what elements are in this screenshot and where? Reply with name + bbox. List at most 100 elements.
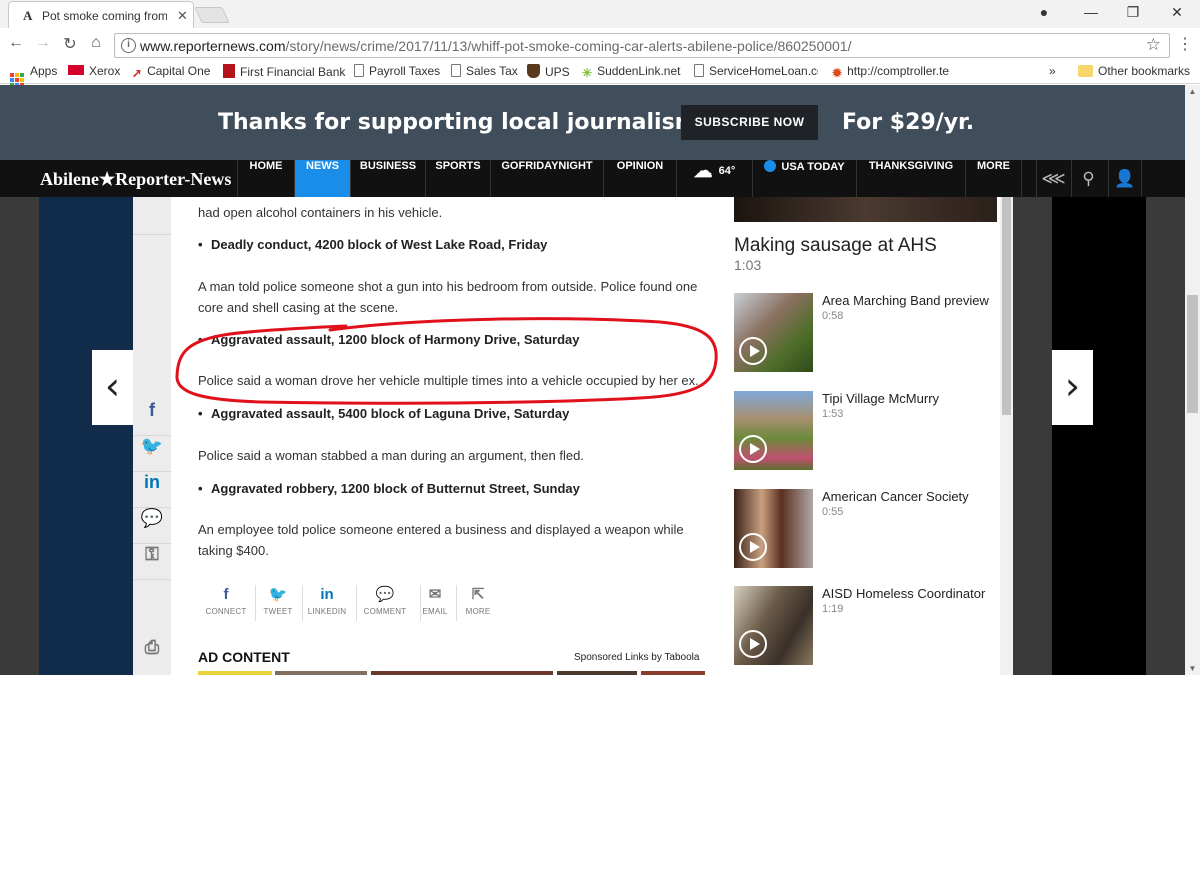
ad-thumbnail[interactable]	[198, 671, 272, 675]
user-icon[interactable]: 👤	[1108, 160, 1142, 197]
weather-temp: 64°	[718, 165, 736, 177]
play-icon	[739, 630, 767, 658]
linkedin-icon[interactable]: in	[133, 472, 171, 508]
bookmark-first-financial[interactable]: First Financial Bank	[223, 64, 345, 79]
nav-thanksgiving[interactable]: THANKSGIVING	[856, 160, 965, 197]
forward-arrow-icon[interactable]: →	[33, 34, 53, 52]
home-icon[interactable]: ⌂	[86, 34, 106, 52]
share-comment-button[interactable]: 💬 COMMENT	[360, 585, 410, 616]
nav-more[interactable]: MORE	[965, 160, 1022, 197]
twitter-icon[interactable]: 🐦	[133, 436, 171, 472]
right-margin	[1146, 197, 1185, 675]
video-thumbnail	[734, 391, 813, 470]
back-arrow-icon[interactable]: ←	[6, 34, 26, 52]
share-more-button[interactable]: ⇱ MORE	[453, 585, 503, 616]
bookmark-apps[interactable]: Apps	[10, 64, 57, 87]
hero-video-thumbnail[interactable]	[734, 197, 997, 222]
subscribe-button[interactable]: SUBSCRIBE NOW	[681, 105, 818, 140]
video-title: Tipi Village McMurry	[822, 391, 940, 406]
bookmark-servicehomeloan[interactable]: ServiceHomeLoan.co	[694, 64, 818, 78]
print-icon[interactable]: ⎙	[133, 637, 171, 673]
nav-home[interactable]: HOME	[237, 160, 294, 197]
close-window-icon[interactable]: ✕	[1166, 4, 1188, 21]
nav-news[interactable]: NEWS	[294, 160, 350, 197]
share-label: CONNECT	[205, 607, 247, 616]
address-bar[interactable]: i www.reporternews.com/story/news/crime/…	[114, 33, 1170, 58]
hero-video-title[interactable]: Making sausage at AHS	[734, 235, 937, 257]
minimize-icon[interactable]: —	[1080, 4, 1102, 20]
taboola-sponsor-link[interactable]: Sponsored Links by Taboola	[574, 652, 699, 663]
restore-icon[interactable]: ❐	[1122, 4, 1144, 21]
hero-video-duration: 1:03	[734, 257, 762, 273]
browser-tab[interactable]: A Pot smoke coming from ✕	[8, 1, 194, 28]
nav-usa-today[interactable]: USA TODAY	[752, 160, 856, 197]
sidebar-scrollbar[interactable]	[1000, 197, 1013, 675]
nav-business[interactable]: BUSINESS	[350, 160, 425, 197]
ad-thumbnail[interactable]	[275, 671, 367, 675]
search-icon[interactable]: ⚲	[1071, 160, 1105, 197]
bookmark-payroll-taxes[interactable]: Payroll Taxes	[354, 64, 440, 78]
url-text[interactable]: www.reporternews.com/story/news/crime/20…	[140, 38, 851, 54]
folder-icon	[1078, 65, 1093, 77]
nav-weather[interactable]: ☁ 64°	[676, 160, 752, 197]
article-paragraph: had open alcohol containers in his vehic…	[198, 205, 443, 220]
scroll-up-arrow-icon[interactable]: ▲	[1185, 87, 1200, 96]
ad-thumbnail[interactable]	[557, 671, 637, 675]
video-item[interactable]: American Cancer Society 0:55	[734, 489, 998, 569]
divider	[356, 585, 357, 621]
bookmark-sales-tax[interactable]: Sales Tax	[451, 64, 518, 78]
reload-icon[interactable]: ↻	[60, 34, 80, 54]
bookmark-comptroller[interactable]: ✹ http://comptroller.te	[832, 64, 949, 80]
bookmark-capital-one[interactable]: ➚ Capital One	[132, 64, 210, 80]
other-bookmarks[interactable]: Other bookmarks	[1078, 64, 1190, 78]
tab-title: Pot smoke coming from	[42, 9, 167, 23]
key-icon[interactable]: ⚿	[133, 544, 171, 580]
bookmark-suddenlink[interactable]: ✳ SuddenLink.net	[582, 64, 680, 80]
crime-heading: Aggravated robbery, 1200 block of Butter…	[198, 481, 580, 496]
close-tab-icon[interactable]: ✕	[177, 8, 188, 24]
chrome-menu-icon[interactable]: ⋮	[1176, 34, 1194, 54]
share-icon[interactable]: ⋘	[1036, 160, 1070, 197]
facebook-icon[interactable]: f	[133, 400, 171, 436]
site-logo[interactable]: Abilene★Reporter-News	[40, 169, 231, 190]
capital-one-icon: ➚	[132, 66, 143, 80]
rail-blank	[133, 197, 171, 235]
ad-thumbnail[interactable]	[641, 671, 705, 675]
bookmark-label: Apps	[30, 64, 58, 78]
video-item[interactable]: Tipi Village McMurry 1:53	[734, 391, 998, 471]
video-title: American Cancer Society	[822, 489, 969, 504]
nav-gofridaynight[interactable]: GOFRIDAYNIGHT	[490, 160, 603, 197]
nav-opinion[interactable]: OPINION	[603, 160, 676, 197]
bookmark-label: Xerox	[89, 64, 121, 78]
share-tweet-button[interactable]: 🐦 TWEET	[253, 585, 303, 616]
page-scrollbar[interactable]: ▲ ▼	[1185, 85, 1200, 675]
bookmark-label: UPS	[545, 65, 570, 79]
bookmark-ups[interactable]: UPS	[527, 64, 570, 79]
nav-sports[interactable]: SPORTS	[425, 160, 490, 197]
page-scroll-thumb[interactable]	[1187, 295, 1198, 413]
page-icon	[694, 64, 704, 77]
next-story-arrow-icon[interactable]: ›	[1052, 350, 1093, 425]
share-linkedin-button[interactable]: in LINKEDIN	[302, 585, 352, 616]
crime-heading: Aggravated assault, 5400 block of Laguna…	[198, 406, 569, 421]
info-icon[interactable]: i	[121, 38, 136, 53]
ad-thumbnail[interactable]	[371, 671, 553, 675]
crime-description: Police said a woman drove her vehicle mu…	[198, 373, 699, 388]
bookmark-label: Payroll Taxes	[369, 64, 441, 78]
bookmark-xerox[interactable]: Xerox	[68, 64, 120, 78]
video-item[interactable]: Area Marching Band preview 0:58	[734, 293, 998, 373]
profile-icon[interactable]: ●	[1033, 4, 1055, 20]
share-connect-button[interactable]: f CONNECT	[201, 585, 251, 616]
sidebar-scroll-thumb[interactable]	[1002, 197, 1011, 415]
bookmark-star-icon[interactable]: ☆	[1146, 35, 1161, 55]
left-backdrop	[39, 197, 133, 675]
previous-story-arrow-icon[interactable]: ‹	[92, 350, 133, 425]
video-title: AISD Homeless Coordinator	[822, 586, 986, 601]
bookmarks-overflow-button[interactable]: »	[1049, 64, 1056, 78]
scroll-down-arrow-icon[interactable]: ▼	[1185, 664, 1200, 673]
bookmark-label: First Financial Bank	[240, 65, 346, 79]
comment-icon[interactable]: 💬	[133, 508, 171, 544]
crime-heading: Deadly conduct, 4200 block of West Lake …	[198, 237, 547, 252]
video-item[interactable]: AISD Homeless Coordinator 1:19	[734, 586, 998, 666]
new-tab-button[interactable]	[194, 7, 230, 23]
